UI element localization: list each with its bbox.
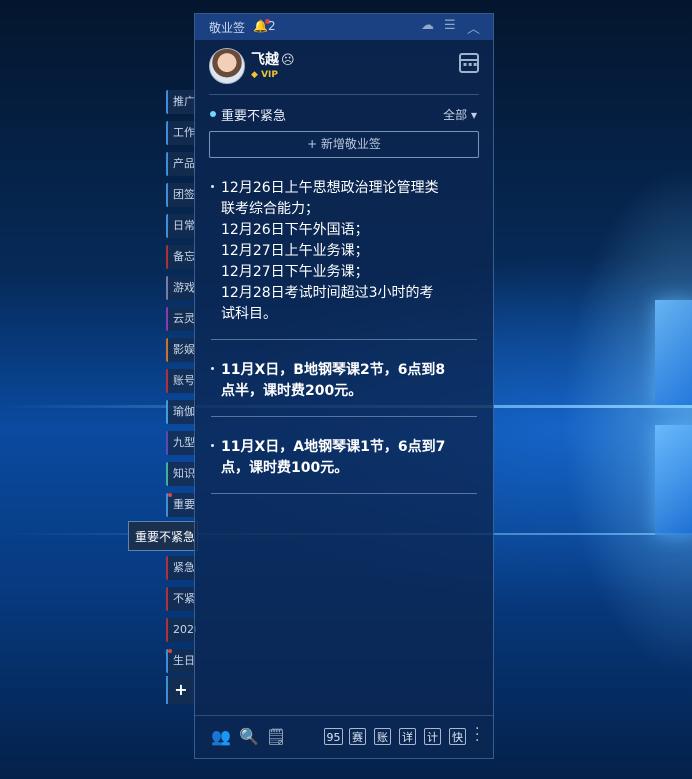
note-panel: 敬业签 🔔 2 ☁ ☰ ︿ 飞越☹ ◆ VIP 重要不紧急 全部 ▾ + 新增敬… xyxy=(194,13,494,759)
toolbar-box-button[interactable]: 95 xyxy=(324,728,343,745)
category-tab[interactable]: 知识 xyxy=(166,462,196,486)
windows-logo-pane xyxy=(655,425,692,535)
emoji-icon: ☹ xyxy=(281,53,295,68)
category-header: 重要不紧急 全部 ▾ xyxy=(195,95,493,131)
note-item[interactable]: 11月X日，B地钢琴课2节，6点到8 点半，课时费200元。 xyxy=(211,340,477,417)
category-tab[interactable]: 瑜伽 xyxy=(166,400,196,424)
category-tab[interactable]: 云灵 xyxy=(166,307,196,331)
toolbar-box-button[interactable]: 赛 xyxy=(349,728,366,745)
avatar[interactable] xyxy=(209,48,245,84)
more-options-icon[interactable]: · · · xyxy=(475,722,479,748)
toolbar-box-button[interactable]: 账 xyxy=(374,728,391,745)
category-tab-active[interactable]: 重要不紧急 xyxy=(128,521,198,551)
category-tab[interactable]: 重要 xyxy=(166,493,196,517)
note-item[interactable]: 12月26日上午思想政治理论管理类 联考综合能力； 12月26日下午外国语； 1… xyxy=(211,158,477,340)
menu-icon[interactable]: ☰ xyxy=(444,18,456,33)
note-text: 12月27日上午业务课； xyxy=(221,243,369,259)
category-tab[interactable]: 九型 xyxy=(166,431,196,455)
category-tab[interactable]: 游戏 xyxy=(166,276,196,300)
toolbar-box-button[interactable]: 计 xyxy=(424,728,441,745)
bottom-toolbar: 👥 🔍 🗒 95 赛 账 详 计 快 · · · xyxy=(195,715,493,758)
note-text: 点半，课时费200元。 xyxy=(221,383,363,399)
note-item[interactable]: 11月X日，A地钢琴课1节，6点到7 点，课时费100元。 xyxy=(211,417,477,494)
toolbar-box-button[interactable]: 详 xyxy=(399,728,416,745)
contacts-icon[interactable]: 👥 xyxy=(211,727,231,746)
category-title: 重要不紧急 xyxy=(221,109,287,124)
category-tab[interactable]: 生日 xyxy=(166,649,196,673)
category-tab[interactable]: 产品 xyxy=(166,152,196,176)
title-bar[interactable]: 敬业签 🔔 2 ☁ ☰ ︿ xyxy=(195,14,493,40)
category-tab[interactable]: 备忘 xyxy=(166,245,196,269)
category-tab[interactable]: 账号 xyxy=(166,369,196,393)
note-text: 12月26日下午外国语； xyxy=(221,222,369,238)
note-text: 联考综合能力； xyxy=(221,201,319,217)
category-tab[interactable]: 紧急 xyxy=(166,556,196,580)
note-text: 12月26日上午思想政治理论管理类 xyxy=(221,180,439,196)
unread-dot xyxy=(168,649,172,653)
app-title: 敬业签 xyxy=(209,21,246,35)
add-category-button[interactable]: + xyxy=(166,676,194,704)
unread-dot xyxy=(168,493,172,497)
filter-dropdown[interactable]: 全部 ▾ xyxy=(443,106,477,123)
cloud-sync-icon[interactable]: ☁ xyxy=(421,18,434,33)
collapse-icon[interactable]: ︿ xyxy=(467,18,480,37)
category-tab[interactable]: 团签 xyxy=(166,183,196,207)
user-name: 飞越 ☹ xyxy=(251,52,295,68)
note-text: 点，课时费100元。 xyxy=(221,460,349,476)
note-text: 12月28日考试时间超过3小时的考 xyxy=(221,285,434,301)
notification-count: 2 xyxy=(268,19,276,33)
vip-badge: ◆ VIP xyxy=(251,70,278,80)
user-header: 飞越 ☹ ◆ VIP xyxy=(195,40,493,94)
note-text: 试科目。 xyxy=(221,306,277,322)
add-note-button[interactable]: + 新增敬业签 xyxy=(209,131,479,158)
category-tab[interactable]: 日常 xyxy=(166,214,196,238)
search-icon[interactable]: 🔍 xyxy=(239,727,259,746)
toolbar-box-button[interactable]: 快 xyxy=(449,728,466,745)
category-tab[interactable]: 推广 xyxy=(166,90,196,114)
note-text: 12月27日下午业务课； xyxy=(221,264,369,280)
note-list-icon[interactable]: 🗒 xyxy=(266,727,286,746)
category-tab[interactable]: 工作 xyxy=(166,121,196,145)
category-tab[interactable]: 2020 xyxy=(166,618,196,642)
note-text: 11月X日，A地钢琴课1节，6点到7 xyxy=(221,439,446,455)
category-dot xyxy=(210,111,216,117)
windows-logo-pane xyxy=(655,300,692,405)
category-tab[interactable]: 影娱 xyxy=(166,338,196,362)
chevron-down-icon: ▾ xyxy=(470,108,477,122)
note-text: 11月X日，B地钢琴课2节，6点到8 xyxy=(221,362,446,378)
calendar-icon[interactable] xyxy=(459,53,479,73)
category-tab[interactable]: 不紧 xyxy=(166,587,196,611)
